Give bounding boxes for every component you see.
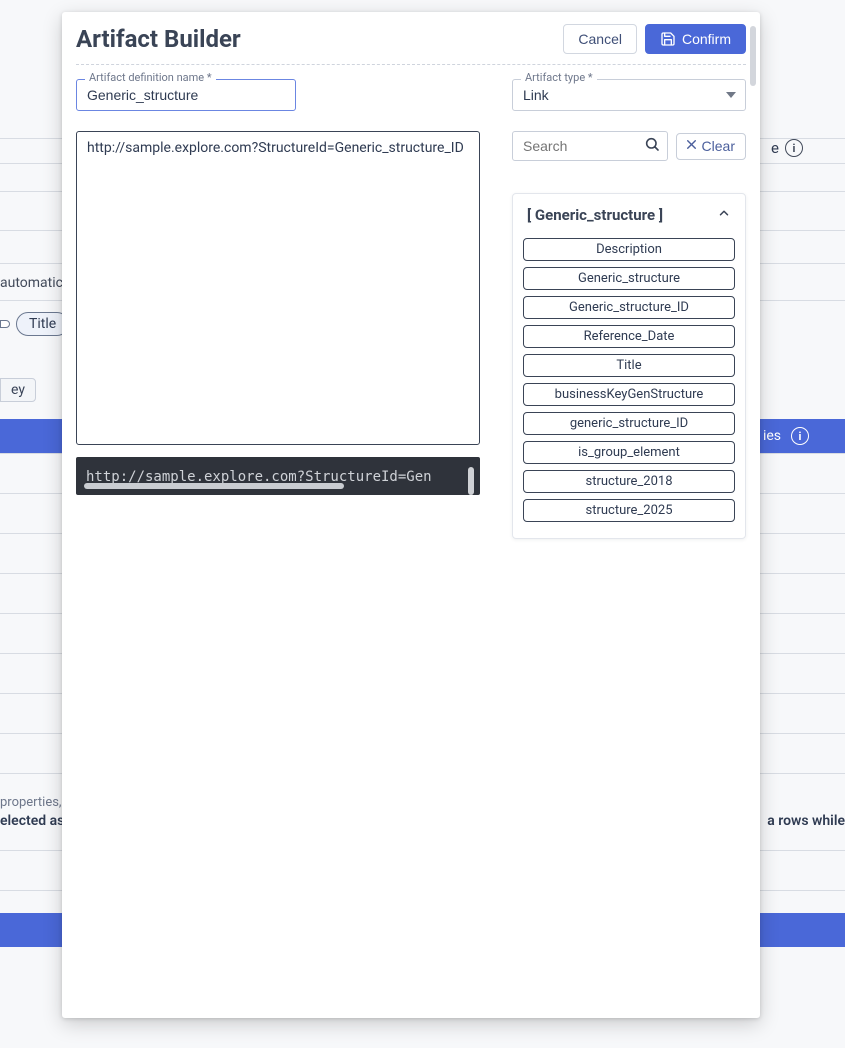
confirm-label: Confirm bbox=[682, 32, 731, 46]
cancel-button[interactable]: Cancel bbox=[563, 24, 637, 54]
bg-header-text: ies bbox=[763, 428, 781, 444]
info-icon[interactable]: i bbox=[785, 139, 803, 157]
attribute-pill[interactable]: structure_2025 bbox=[523, 499, 735, 522]
artifact-builder-modal: Artifact Builder Cancel Confirm Artifact… bbox=[62, 12, 760, 1018]
attribute-pill[interactable]: Title bbox=[523, 354, 735, 377]
editor-text: http://sample.explore.com?StructureId=Ge… bbox=[87, 140, 464, 156]
bg-hint-2: elected as bbox=[0, 813, 64, 829]
bg-right-label: e bbox=[771, 139, 779, 157]
bg-chip-ey[interactable]: ey bbox=[0, 378, 36, 402]
preview-horizontal-scrollbar[interactable] bbox=[84, 483, 344, 489]
save-icon bbox=[660, 31, 676, 47]
modal-title: Artifact Builder bbox=[76, 25, 241, 53]
artifact-body-editor[interactable]: http://sample.explore.com?StructureId=Ge… bbox=[76, 131, 480, 445]
clear-button[interactable]: Clear bbox=[676, 133, 746, 160]
modal-scrollbar[interactable] bbox=[750, 26, 756, 1004]
type-field-label: Artifact type * bbox=[521, 71, 597, 84]
bg-chip-fragment bbox=[0, 320, 10, 328]
search-icon[interactable] bbox=[644, 136, 660, 156]
attribute-pill[interactable]: Description bbox=[523, 238, 735, 261]
bg-text-automatic: automatic bbox=[0, 275, 63, 291]
attribute-pill[interactable]: is_group_element bbox=[523, 441, 735, 464]
attribute-pill[interactable]: structure_2018 bbox=[523, 470, 735, 493]
attribute-pill[interactable]: businessKeyGenStructure bbox=[523, 383, 735, 406]
close-icon bbox=[685, 138, 698, 154]
artifact-preview: http://sample.explore.com?StructureId=Ge… bbox=[76, 457, 480, 495]
bg-hint-3: a rows while bbox=[767, 813, 845, 829]
attributes-panel-title: [ Generic_structure ] bbox=[527, 206, 663, 224]
attribute-pill[interactable]: generic_structure_ID bbox=[523, 412, 735, 435]
attributes-panel: [ Generic_structure ] Description Generic… bbox=[512, 193, 746, 539]
clear-label: Clear bbox=[702, 138, 735, 154]
chevron-up-icon[interactable] bbox=[717, 206, 731, 224]
preview-vertical-scrollbar[interactable] bbox=[468, 467, 474, 495]
info-icon[interactable]: i bbox=[791, 427, 809, 445]
name-field-label: Artifact definition name * bbox=[85, 71, 216, 84]
attribute-pill[interactable]: Reference_Date bbox=[523, 325, 735, 348]
attribute-pill[interactable]: Generic_structure bbox=[523, 267, 735, 290]
confirm-button[interactable]: Confirm bbox=[645, 24, 746, 54]
attribute-pill[interactable]: Generic_structure_ID bbox=[523, 296, 735, 319]
